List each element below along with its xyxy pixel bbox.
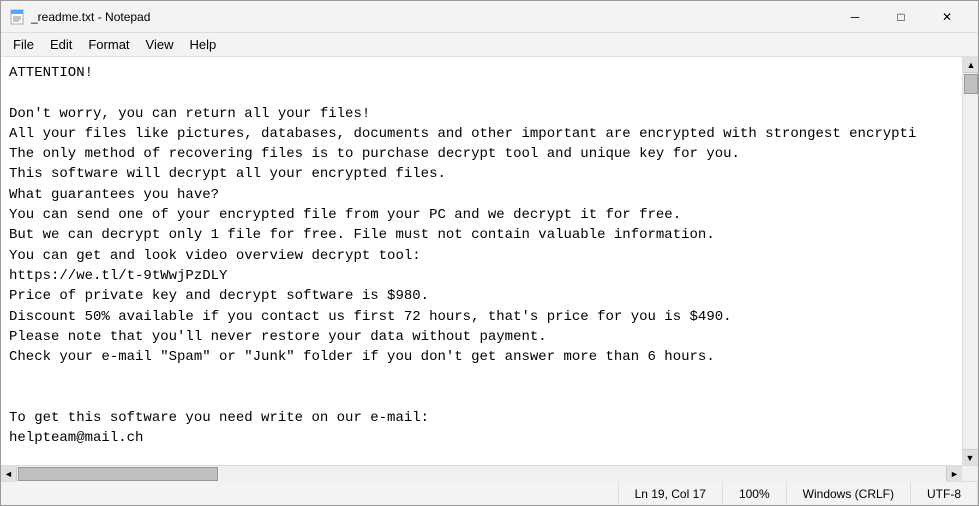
- zoom-level: 100%: [723, 482, 787, 505]
- app-icon: [9, 9, 25, 25]
- menu-file[interactable]: File: [5, 35, 42, 54]
- line-ending: Windows (CRLF): [787, 482, 911, 505]
- minimize-button[interactable]: ─: [832, 1, 878, 33]
- h-scroll-track[interactable]: [17, 466, 946, 482]
- text-editor[interactable]: ATTENTION! Don't worry, you can return a…: [1, 57, 978, 465]
- horizontal-scrollbar: ◄ ►: [1, 465, 978, 481]
- menu-format[interactable]: Format: [80, 35, 137, 54]
- encoding: UTF-8: [911, 482, 978, 505]
- window-controls: ─ □ ✕: [832, 1, 970, 33]
- window-title: _readme.txt - Notepad: [31, 10, 832, 24]
- close-button[interactable]: ✕: [924, 1, 970, 33]
- menu-help[interactable]: Help: [181, 35, 224, 54]
- notepad-window: _readme.txt - Notepad ─ □ ✕ File Edit Fo…: [0, 0, 979, 506]
- scroll-up-button[interactable]: ▲: [963, 57, 978, 73]
- menu-view[interactable]: View: [138, 35, 182, 54]
- cursor-position: Ln 19, Col 17: [618, 482, 723, 505]
- menu-edit[interactable]: Edit: [42, 35, 80, 54]
- vertical-scrollbar[interactable]: ▲ ▼: [962, 57, 978, 465]
- scroll-down-button[interactable]: ▼: [962, 449, 978, 465]
- title-bar: _readme.txt - Notepad ─ □ ✕: [1, 1, 978, 33]
- scroll-right-button[interactable]: ►: [946, 466, 962, 482]
- maximize-button[interactable]: □: [878, 1, 924, 33]
- scroll-left-button[interactable]: ◄: [1, 466, 17, 482]
- h-scroll-thumb[interactable]: [18, 467, 218, 481]
- menu-bar: File Edit Format View Help: [1, 33, 978, 57]
- status-bar: Ln 19, Col 17 100% Windows (CRLF) UTF-8: [1, 481, 978, 505]
- scroll-thumb[interactable]: [964, 74, 978, 94]
- editor-area: ATTENTION! Don't worry, you can return a…: [1, 57, 978, 465]
